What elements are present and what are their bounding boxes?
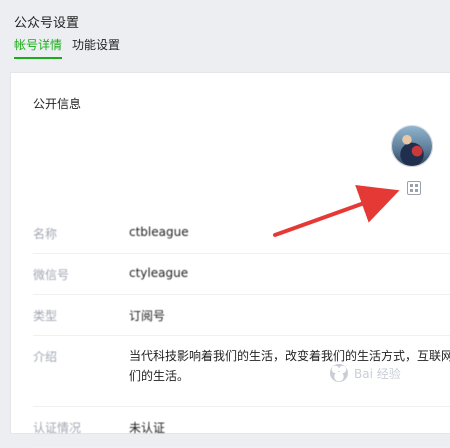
value-type: 订阅号 [129, 309, 166, 323]
page-title: 公众号设置 [14, 16, 80, 31]
label-verification: 认证情况 [33, 421, 82, 435]
value-wechat-id: ctyleague [129, 266, 189, 280]
value-verification: 未认证 [129, 421, 166, 435]
label-type: 类型 [33, 309, 58, 323]
qr-code-icon[interactable] [407, 181, 421, 195]
tab-account-details[interactable]: 帐号详情 [14, 36, 63, 59]
public-info-title: 公开信息 [33, 97, 82, 111]
label-wechat-id: 微信号 [33, 268, 70, 282]
row-name: 名称 ctbleague [33, 213, 450, 254]
row-verification: 认证情况 未认证 [33, 407, 450, 448]
row-type: 类型 订阅号 [33, 295, 450, 336]
row-wechat-id: 微信号 ctyleague [33, 254, 450, 295]
label-introduction: 介绍 [33, 350, 58, 364]
tabs: 帐号详情 功能设置 [14, 36, 120, 59]
paw-icon [330, 364, 348, 382]
label-name: 名称 [33, 227, 58, 241]
watermark-text: Bai 经验 [354, 366, 401, 381]
tab-feature-settings[interactable]: 功能设置 [72, 36, 120, 59]
baidu-jingyan-watermark: Bai 经验 [330, 356, 450, 390]
value-name: ctbleague [129, 225, 189, 239]
avatar[interactable] [391, 125, 433, 167]
public-info-rows: 名称 ctbleague 微信号 ctyleague 类型 订阅号 介绍 当代科… [33, 213, 450, 448]
